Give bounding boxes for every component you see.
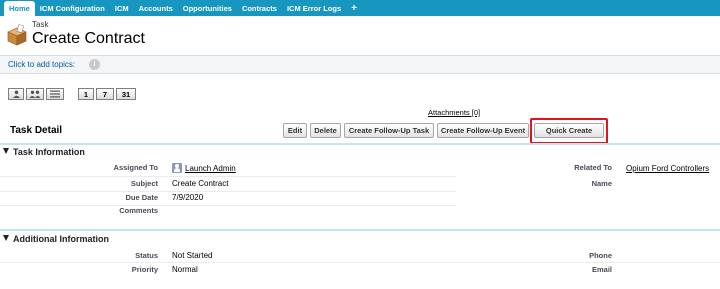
day-view-button[interactable]: 1: [78, 88, 94, 100]
user-icon: [172, 163, 182, 173]
collapse-triangle-icon: [3, 235, 9, 241]
list-view-button[interactable]: [46, 88, 64, 100]
multi-user-view-button[interactable]: [26, 88, 44, 100]
priority-value: Normal: [172, 265, 198, 274]
phone-label: Phone: [589, 251, 612, 260]
name-label: Name: [591, 179, 612, 188]
priority-label: Priority: [131, 265, 158, 274]
tab-icm-configuration[interactable]: ICM Configuration: [35, 0, 110, 16]
week-view-button[interactable]: 7: [96, 88, 114, 100]
edit-button[interactable]: Edit: [283, 123, 307, 138]
assigned-to-value[interactable]: Launch Admin: [185, 164, 236, 173]
section-divider: [0, 143, 720, 145]
month-view-button[interactable]: 31: [116, 88, 136, 100]
topics-bar: Click to add topics: i: [0, 55, 720, 74]
tab-home[interactable]: Home: [4, 1, 35, 16]
due-date-value: 7/9/2020: [172, 193, 204, 202]
due-date-label: Due Date: [125, 193, 158, 202]
add-tab-button[interactable]: +: [346, 0, 362, 16]
subject-value: Create Contract: [172, 179, 229, 188]
assigned-to-label: Assigned To: [113, 163, 158, 172]
add-topics-link[interactable]: Click to add topics:: [8, 60, 75, 69]
tab-accounts[interactable]: Accounts: [134, 0, 178, 16]
comments-label: Comments: [119, 206, 158, 215]
delete-button[interactable]: Delete: [310, 123, 341, 138]
related-to-label: Related To: [574, 163, 612, 172]
attachments-link[interactable]: Attachments [0]: [428, 108, 480, 117]
record-type-label: Task: [32, 20, 49, 29]
additional-information-title: Additional Information: [13, 234, 109, 244]
info-icon[interactable]: i: [89, 59, 100, 70]
tab-opportunities[interactable]: Opportunities: [178, 0, 237, 16]
single-user-view-button[interactable]: [8, 88, 24, 100]
single-user-icon: [12, 90, 20, 98]
quick-create-highlight: [530, 118, 608, 144]
list-icon: [50, 90, 60, 98]
row-separator: [0, 176, 456, 177]
page-title: Create Contract: [32, 30, 145, 47]
status-value: Not Started: [172, 251, 213, 260]
row-separator: [0, 191, 456, 192]
multi-user-icon: [29, 90, 41, 98]
section-divider: [0, 229, 720, 231]
create-follow-up-event-button[interactable]: Create Follow-Up Event: [437, 123, 529, 138]
tab-contracts[interactable]: Contracts: [237, 0, 282, 16]
related-to-value[interactable]: Opium Ford Controllers: [626, 164, 709, 173]
row-separator: [0, 262, 720, 263]
tab-icm[interactable]: ICM: [110, 0, 134, 16]
task-box-icon: [7, 24, 27, 46]
collapse-triangle-icon: [3, 148, 9, 154]
subject-label: Subject: [130, 179, 158, 188]
task-information-title: Task Information: [13, 147, 85, 157]
status-label: Status: [135, 251, 158, 260]
tab-bar: Home ICM Configuration ICM Accounts Oppo…: [0, 0, 720, 16]
tab-icm-error-logs[interactable]: ICM Error Logs: [282, 0, 346, 16]
create-follow-up-task-button[interactable]: Create Follow-Up Task: [344, 123, 434, 138]
task-information-header[interactable]: Task Information: [3, 147, 85, 157]
email-label: Email: [591, 265, 612, 274]
additional-information-header[interactable]: Additional Information: [3, 234, 109, 244]
task-detail-title: Task Detail: [10, 125, 63, 136]
